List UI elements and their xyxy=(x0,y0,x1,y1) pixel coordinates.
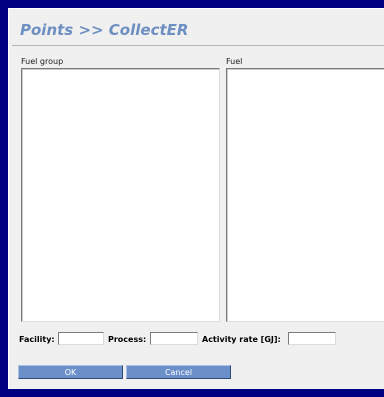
header-divider xyxy=(12,45,384,46)
cancel-button[interactable]: Cancel xyxy=(126,365,231,379)
window-frame: Points >> CollectER Fuel group Fuel Faci… xyxy=(0,0,384,397)
fuel-label: Fuel xyxy=(226,57,243,66)
fuel-group-label: Fuel group xyxy=(21,57,64,66)
fuel-list[interactable] xyxy=(226,68,384,322)
activity-rate-label: Activity rate [GJ]: xyxy=(202,335,281,344)
dialog-panel: Points >> CollectER Fuel group Fuel Faci… xyxy=(8,8,384,389)
page-title: Points >> CollectER xyxy=(20,21,189,39)
facility-input[interactable] xyxy=(58,332,104,345)
process-label: Process: xyxy=(108,335,147,344)
activity-rate-input[interactable] xyxy=(288,332,336,345)
dialog-header: Points >> CollectER xyxy=(8,8,384,42)
fuel-group-list[interactable] xyxy=(21,68,220,322)
process-input[interactable] xyxy=(150,332,198,345)
facility-label: Facility: xyxy=(19,335,55,344)
ok-button[interactable]: OK xyxy=(18,365,123,379)
